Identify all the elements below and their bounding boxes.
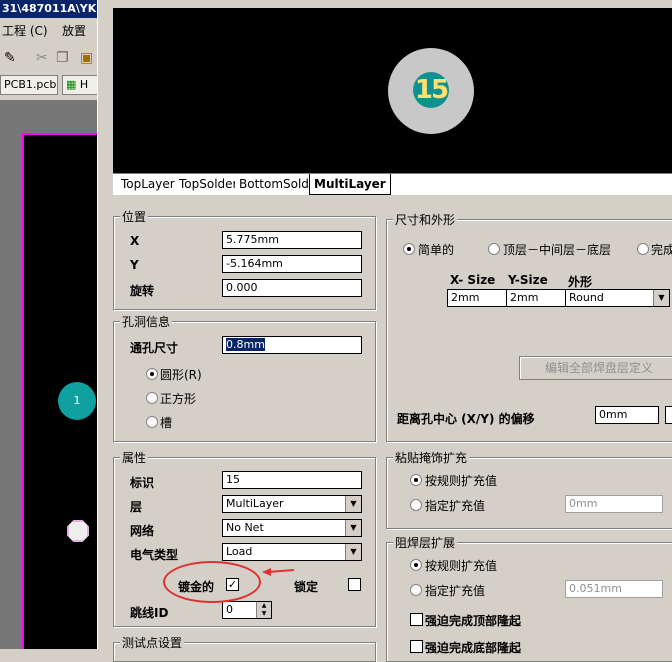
net-label: 网络 bbox=[130, 524, 155, 538]
y-input[interactable]: -5.164mm bbox=[222, 255, 362, 273]
offset-y-input[interactable] bbox=[665, 406, 672, 424]
square-radio[interactable] bbox=[146, 392, 158, 404]
menu-place[interactable]: 放置 bbox=[62, 22, 86, 39]
tool-icon[interactable]: ✎ bbox=[4, 50, 16, 66]
round-radio[interactable] bbox=[146, 368, 158, 380]
size-shape-group-title: 尺寸和外形 bbox=[393, 211, 458, 228]
app-title-bar: 31\487011A\YK bbox=[0, 0, 105, 18]
paste-mask-group: 粘贴掩饰扩充 bbox=[386, 449, 672, 529]
solder-specified-radio[interactable] bbox=[410, 584, 422, 596]
designator-input[interactable]: 15 bbox=[222, 471, 362, 489]
paste-specified-radio[interactable] bbox=[410, 499, 422, 511]
position-group-title: 位置 bbox=[120, 208, 149, 225]
paste-icon[interactable]: ▣ bbox=[80, 50, 93, 66]
x-size-input[interactable]: 2mm bbox=[447, 289, 507, 307]
edit-all-layers-button[interactable]: 编辑全部焊盘层定义 bbox=[519, 356, 672, 380]
slot-label: 槽 bbox=[160, 416, 173, 430]
rotation-input[interactable]: 0.000 bbox=[222, 279, 362, 297]
hole-size-label: 通孔尺寸 bbox=[130, 341, 179, 355]
doc-tab-other-label: H bbox=[79, 78, 89, 91]
doc-tab-other[interactable]: ▦ H bbox=[62, 75, 102, 95]
designator-label: 标识 bbox=[130, 476, 155, 490]
y-size-header: Y-Size bbox=[508, 273, 548, 287]
top-mid-bottom-label: 顶层－中间层－底层 bbox=[503, 243, 612, 257]
testpoint-group: 测试点设置 bbox=[113, 634, 376, 662]
y-size-input[interactable]: 2mm bbox=[506, 289, 566, 307]
x-size-header: X- Size bbox=[450, 273, 496, 287]
testpoint-group-title: 测试点设置 bbox=[120, 634, 185, 651]
jumper-id-spinner[interactable]: 0 ▲ ▼ bbox=[222, 601, 272, 619]
layer-select-value: MultiLayer bbox=[226, 497, 284, 510]
paste-value-input[interactable]: 0mm bbox=[565, 495, 663, 513]
cut-icon[interactable]: ✂ bbox=[36, 50, 48, 66]
net-select[interactable]: No Net ▼ bbox=[222, 519, 362, 537]
force-top-checkbox[interactable] bbox=[410, 613, 423, 626]
shape-header: 外形 bbox=[568, 275, 593, 289]
menu-project[interactable]: 工程 (C) bbox=[2, 22, 48, 39]
jumper-id-label: 跳线ID bbox=[130, 606, 169, 620]
menu-bar: 工程 (C) 放置 bbox=[0, 18, 105, 42]
copy-icon[interactable]: ❐ bbox=[56, 50, 69, 66]
electrical-type-value: Load bbox=[226, 545, 253, 558]
square-label: 正方形 bbox=[160, 392, 197, 406]
force-bottom-label: 强迫完成底部隆起 bbox=[425, 641, 522, 655]
tab-multilayer[interactable]: MultiLayer bbox=[309, 174, 391, 195]
full-stack-radio[interactable] bbox=[637, 243, 649, 255]
properties-group-title: 属性 bbox=[120, 449, 149, 466]
doc-tab-pcb1[interactable]: PCB1.pcb * bbox=[0, 75, 58, 95]
electrical-type-label: 电气类型 bbox=[130, 548, 179, 562]
paste-rule-label: 按规则扩充值 bbox=[425, 474, 498, 488]
paste-mask-group-title: 粘贴掩饰扩充 bbox=[393, 449, 470, 466]
annotation-ellipse bbox=[163, 561, 261, 603]
layer-select[interactable]: MultiLayer ▼ bbox=[222, 495, 362, 513]
solder-value-input[interactable]: 0.051mm bbox=[565, 580, 663, 598]
hole-size-input[interactable]: 0.8mm bbox=[222, 336, 362, 354]
solder-rule-label: 按规则扩充值 bbox=[425, 559, 498, 573]
simple-radio[interactable] bbox=[403, 243, 415, 255]
shape-select[interactable]: Round ▼ bbox=[565, 289, 670, 307]
annotation-arrow-icon bbox=[262, 568, 294, 576]
layer-label: 层 bbox=[130, 500, 143, 514]
paste-rule-radio[interactable] bbox=[410, 474, 422, 486]
round-label: 圆形(R) bbox=[160, 368, 202, 382]
x-input[interactable]: 5.775mm bbox=[222, 231, 362, 249]
slot-radio[interactable] bbox=[146, 416, 158, 428]
jumper-id-value: 0 bbox=[226, 603, 233, 616]
board-icon: ▦ bbox=[66, 78, 80, 91]
electrical-type-select[interactable]: Load ▼ bbox=[222, 543, 362, 561]
top-mid-bottom-radio[interactable] bbox=[488, 243, 500, 255]
solder-rule-radio[interactable] bbox=[410, 559, 422, 571]
tab-toplayer[interactable]: TopLayer bbox=[117, 174, 180, 194]
solder-mask-group-title: 阻焊层扩展 bbox=[393, 534, 458, 551]
locked-label: 锁定 bbox=[294, 580, 319, 594]
spinner-arrows-icon[interactable]: ▲ ▼ bbox=[256, 602, 271, 618]
preview-pad-hole: 15 bbox=[413, 72, 449, 108]
shape-select-value: Round bbox=[569, 291, 604, 304]
chevron-down-icon[interactable]: ▼ bbox=[345, 496, 361, 512]
solder-specified-label: 指定扩充值 bbox=[425, 584, 486, 598]
x-label: X bbox=[130, 234, 140, 248]
full-stack-label: 完成 bbox=[651, 243, 672, 257]
chevron-down-icon[interactable]: ▼ bbox=[653, 290, 669, 306]
offset-label: 距离孔中心 (X/Y) 的偏移 bbox=[397, 412, 535, 426]
chevron-down-icon[interactable]: ▼ bbox=[345, 520, 361, 536]
offset-x-input[interactable]: 0mm bbox=[595, 406, 659, 424]
chevron-down-icon[interactable]: ▼ bbox=[345, 544, 361, 560]
paste-specified-label: 指定扩充值 bbox=[425, 499, 486, 513]
document-tabs: PCB1.pcb * ▦ H bbox=[0, 72, 105, 98]
locked-checkbox[interactable] bbox=[348, 578, 361, 591]
y-label: Y bbox=[130, 258, 139, 272]
net-select-value: No Net bbox=[226, 521, 264, 534]
toolbar: ✎ ✂ ❐ ▣ bbox=[0, 44, 105, 72]
simple-label: 简单的 bbox=[418, 243, 455, 257]
hole-size-value: 0.8mm bbox=[226, 338, 265, 351]
pcb-pad-1[interactable]: 1 bbox=[58, 382, 96, 420]
rotation-label: 旋转 bbox=[130, 284, 155, 298]
layer-tabs: TopLayer TopSolder BottomSolder MultiLay… bbox=[113, 173, 672, 195]
force-bottom-checkbox[interactable] bbox=[410, 640, 423, 653]
hole-group-title: 孔洞信息 bbox=[120, 313, 173, 330]
force-top-label: 强迫完成顶部隆起 bbox=[425, 614, 522, 628]
tab-topsolder[interactable]: TopSolder bbox=[175, 174, 243, 194]
